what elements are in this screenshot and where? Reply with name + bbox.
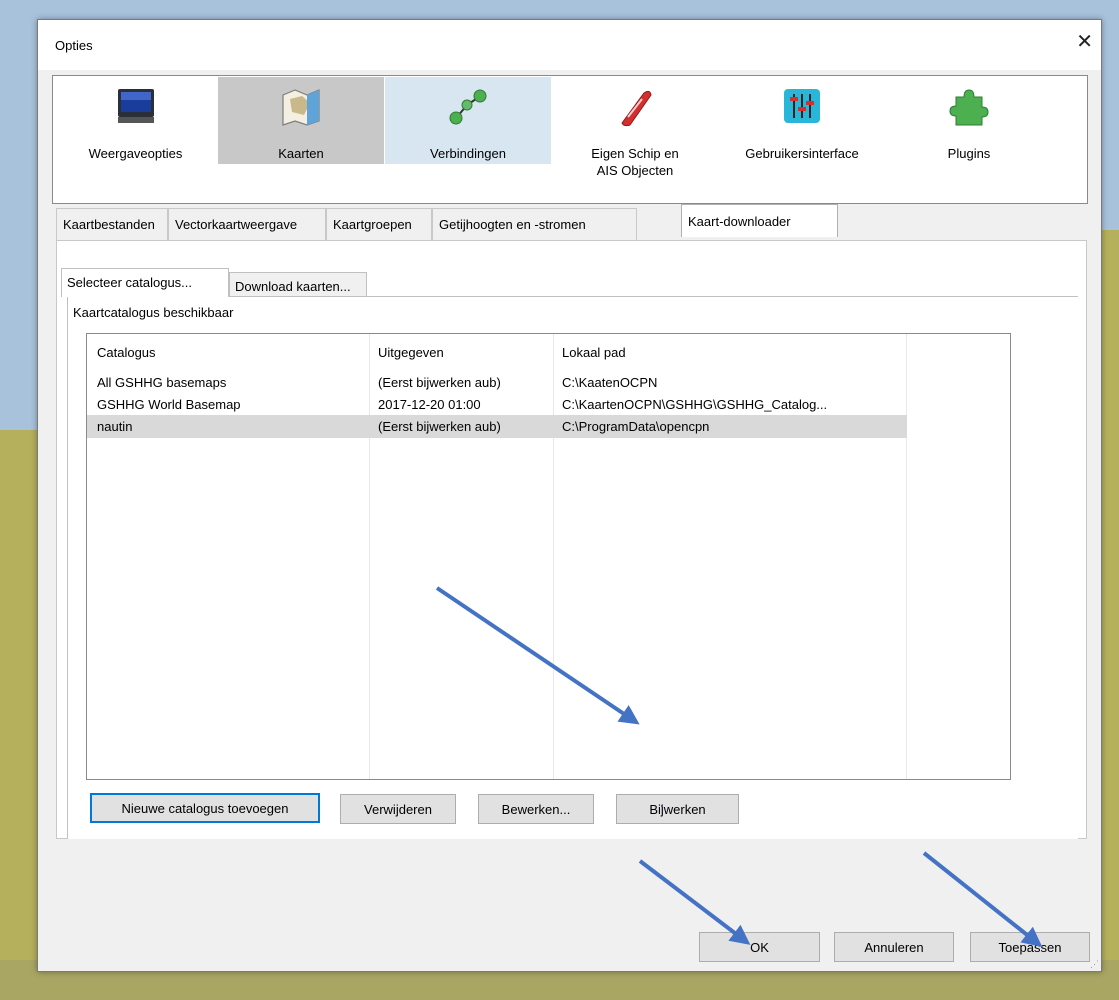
tab-kaart-downloader[interactable]: Kaart-downloader bbox=[681, 204, 838, 237]
stray-dot bbox=[661, 805, 663, 807]
connections-icon bbox=[449, 89, 487, 125]
select-catalog-page: Kaartcatalogus beschikbaar Catalogus Uit… bbox=[67, 296, 1078, 839]
resize-grip-icon[interactable]: ⋰ bbox=[1090, 960, 1099, 969]
catalog-published: (Eerst bijwerken aub) bbox=[378, 419, 501, 434]
catalog-path: C:\ProgramData\opencpn bbox=[562, 419, 710, 434]
dialog-title: Opties bbox=[55, 38, 93, 53]
list-item[interactable]: All GSHHG basemaps (Eerst bijwerken aub)… bbox=[87, 371, 907, 394]
sliders-icon bbox=[784, 89, 820, 123]
tab-kaartgroepen[interactable]: Kaartgroepen bbox=[326, 208, 432, 240]
column-header-catalogus[interactable]: Catalogus bbox=[97, 345, 156, 360]
options-dialog: Opties ✕ Weergaveopties Kaarten Verbindi… bbox=[37, 19, 1102, 972]
toolbar-label: Weergaveopties bbox=[88, 146, 183, 161]
tab-vectorkaartweergave[interactable]: Vectorkaartweergave bbox=[168, 208, 326, 240]
category-toolbar: Weergaveopties Kaarten Verbindingen Eige… bbox=[52, 75, 1088, 204]
catalog-published: 2017-12-20 01:00 bbox=[378, 397, 481, 412]
cancel-button[interactable]: Annuleren bbox=[834, 932, 954, 962]
column-header-uitgegeven[interactable]: Uitgegeven bbox=[378, 345, 444, 360]
toolbar-item-gebruikersinterface[interactable]: Gebruikersinterface bbox=[719, 77, 885, 164]
catalog-name: GSHHG World Basemap bbox=[97, 397, 241, 412]
catalog-name: All GSHHG basemaps bbox=[97, 375, 227, 390]
toolbar-item-kaarten[interactable]: Kaarten bbox=[218, 77, 384, 164]
toolbar-item-weergaveopties[interactable]: Weergaveopties bbox=[54, 77, 217, 164]
chart-map-icon bbox=[282, 89, 320, 126]
catalog-published: (Eerst bijwerken aub) bbox=[378, 375, 501, 390]
toolbar-item-plugins[interactable]: Plugins bbox=[886, 77, 1052, 164]
remove-button[interactable]: Verwijderen bbox=[340, 794, 456, 824]
title-bar: Opties ✕ bbox=[38, 20, 1101, 70]
catalog-path: C:\KaartenOCPN\GSHHG\GSHHG_Catalog... bbox=[562, 397, 828, 412]
catalog-list[interactable]: Catalogus Uitgegeven Lokaal pad All GSHH… bbox=[86, 333, 1011, 780]
add-catalog-button[interactable]: Nieuwe catalogus toevoegen bbox=[90, 793, 320, 823]
close-icon[interactable]: ✕ bbox=[1076, 32, 1093, 52]
toolbar-label: Verbindingen bbox=[430, 146, 506, 161]
column-header-lokaal-pad[interactable]: Lokaal pad bbox=[562, 345, 626, 360]
list-item[interactable]: GSHHG World Basemap 2017-12-20 01:00 C:\… bbox=[87, 393, 907, 416]
toolbar-label: Plugins bbox=[947, 146, 991, 161]
kaart-downloader-page: Selecteer catalogus... Download kaarten.… bbox=[56, 240, 1087, 839]
list-item-selected[interactable]: nautin (Eerst bijwerken aub) C:\ProgramD… bbox=[87, 415, 907, 438]
update-button[interactable]: Bijwerken bbox=[616, 794, 739, 824]
catalog-path: C:\KaatenOCPN bbox=[562, 375, 658, 390]
apply-button[interactable]: Toepassen bbox=[970, 932, 1090, 962]
edit-button[interactable]: Bewerken... bbox=[478, 794, 594, 824]
toolbar-label: Kaarten bbox=[278, 146, 324, 161]
tab-kaartbestanden[interactable]: Kaartbestanden bbox=[56, 208, 168, 240]
toolbar-item-eigen-schip[interactable]: Eigen Schip en AIS Objecten bbox=[552, 77, 718, 178]
toolbar-label: Gebruikersinterface bbox=[745, 146, 859, 161]
toolbar-label: Eigen Schip en AIS Objecten bbox=[591, 146, 679, 178]
catalog-name: nautin bbox=[97, 419, 133, 434]
puzzle-icon bbox=[949, 89, 989, 126]
tab-getijhoogten[interactable]: Getijhoogten en -stromen bbox=[432, 208, 637, 240]
ok-button[interactable]: OK bbox=[699, 932, 820, 962]
subtab-selecteer-catalogus[interactable]: Selecteer catalogus... bbox=[61, 268, 229, 297]
catalog-group-label: Kaartcatalogus beschikbaar bbox=[73, 305, 234, 320]
monitor-icon bbox=[117, 89, 154, 123]
ship-icon bbox=[621, 90, 652, 127]
toolbar-item-verbindingen[interactable]: Verbindingen bbox=[385, 77, 551, 164]
